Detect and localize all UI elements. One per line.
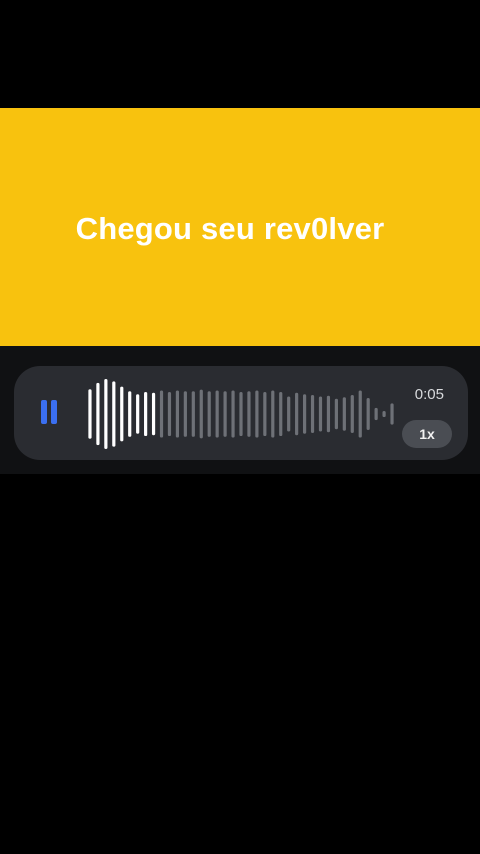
waveform-bar <box>159 390 164 438</box>
waveform-bar <box>239 391 243 437</box>
waveform-bar <box>175 390 180 438</box>
waveform-bar <box>390 403 394 425</box>
banner-title: Chegou seu rev0lver <box>75 211 385 246</box>
pause-icon[interactable] <box>40 400 58 426</box>
waveform-bar <box>358 390 362 438</box>
audio-waveform[interactable] <box>86 376 396 452</box>
player-strip: 0:05 1x <box>0 346 480 474</box>
waveform-bar <box>287 396 291 432</box>
waveform-bar-played <box>128 391 132 437</box>
waveform-bar <box>199 389 203 439</box>
waveform-bar <box>318 396 323 432</box>
waveform-bar <box>247 391 251 437</box>
waveform-bar-played <box>151 392 156 436</box>
waveform-bar <box>342 397 346 431</box>
waveform-bar <box>215 390 219 438</box>
waveform-bar <box>207 391 211 437</box>
waveform-bar <box>279 391 283 437</box>
waveform-bar <box>191 391 195 437</box>
playback-speed-button[interactable]: 1x <box>402 420 452 448</box>
waveform-bar <box>231 390 235 438</box>
video-banner: Chegou seu rev0lver <box>0 108 480 346</box>
waveform-bar <box>183 391 187 437</box>
waveform-bar <box>326 395 331 433</box>
waveform-bar-played <box>96 382 100 446</box>
waveform-bar-played <box>144 391 148 437</box>
waveform-bar <box>302 394 307 434</box>
waveform-bar <box>366 398 370 430</box>
waveform-bar-played <box>104 379 108 449</box>
waveform-bar-played <box>112 381 116 447</box>
waveform-bar <box>310 395 315 433</box>
waveform-bar-played <box>136 394 140 434</box>
waveform-bar <box>334 398 338 430</box>
waveform-bar <box>167 391 172 437</box>
waveform-bar <box>263 391 267 437</box>
waveform-bar-played <box>88 389 92 439</box>
waveform-bar <box>382 410 386 418</box>
voice-message-player: 0:05 1x <box>14 366 468 460</box>
waveform-bar <box>374 407 378 421</box>
waveform-bar <box>255 390 259 438</box>
waveform-bar <box>295 392 299 436</box>
elapsed-time: 0:05 <box>414 386 444 403</box>
waveform-bar <box>271 390 275 438</box>
waveform-bar <box>350 395 354 433</box>
waveform-bar-played <box>120 386 124 442</box>
waveform-bar <box>223 391 227 437</box>
